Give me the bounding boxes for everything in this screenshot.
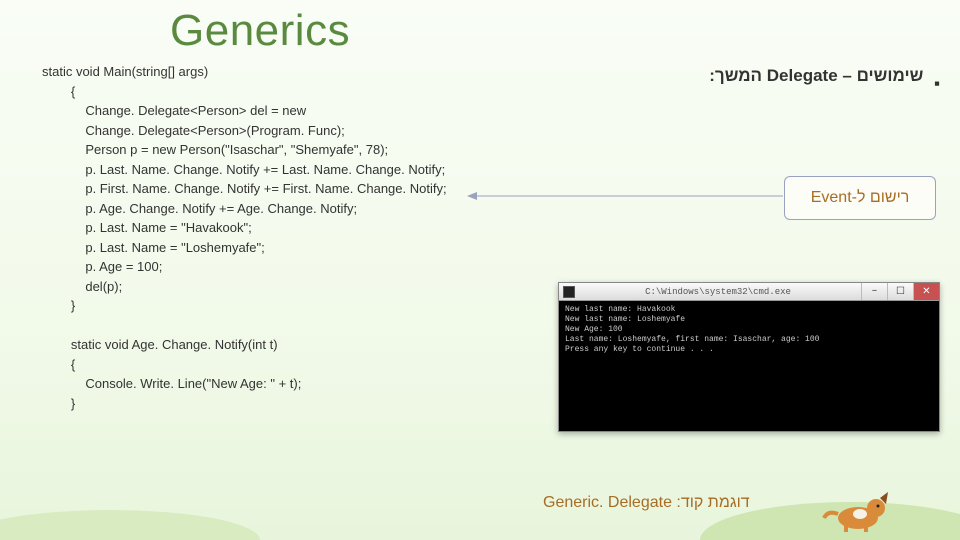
slide-title: Generics [170,6,350,56]
cc-icon: cc [14,518,28,532]
decorative-grass [0,480,960,540]
plus-icon: + [78,518,92,532]
heading-dash: – [842,66,851,85]
sa-icon: ↻ [62,518,76,532]
maximize-button[interactable]: ☐ [887,283,913,300]
console-path: C:\Windows\system32\cmd.exe [575,287,861,297]
bullet-icon: ▪ [934,74,940,80]
callout-connector [467,195,783,197]
footer-caption: דוגמת קוד: Generic. Delegate [543,494,750,512]
footer-prefix: דוגמת קוד: [676,494,749,511]
heading-prefix: שימושים [857,66,924,85]
minimize-button[interactable]: – [861,283,887,300]
slide-heading: ▪ שימושים – Delegate המשך: [709,66,940,86]
window-buttons: – ☐ ✕ [861,283,939,300]
callout-event-register: רישום ל-Event [784,176,936,220]
console-output: New last name: Havakook New last name: L… [559,301,939,359]
callout-prefix: רישום ל- [852,189,910,207]
console-titlebar: C:\Windows\system32\cmd.exe – ☐ ✕ [559,283,939,301]
console-window: C:\Windows\system32\cmd.exe – ☐ ✕ New la… [558,282,940,432]
code-block-main: static void Main(string[] args) { Change… [42,62,447,413]
callout-word: Event [811,189,852,207]
license-badges: cc ⍟ $ ↻ + [14,518,92,532]
by-icon: ⍟ [30,518,44,532]
cmd-icon [563,286,575,298]
heading-delegate: Delegate [767,66,838,85]
nc-icon: $ [46,518,60,532]
footer-word: Generic. Delegate [543,494,672,511]
close-button[interactable]: ✕ [913,283,939,300]
heading-suffix: המשך: [709,66,762,85]
decorative-dog-icon [814,484,890,534]
